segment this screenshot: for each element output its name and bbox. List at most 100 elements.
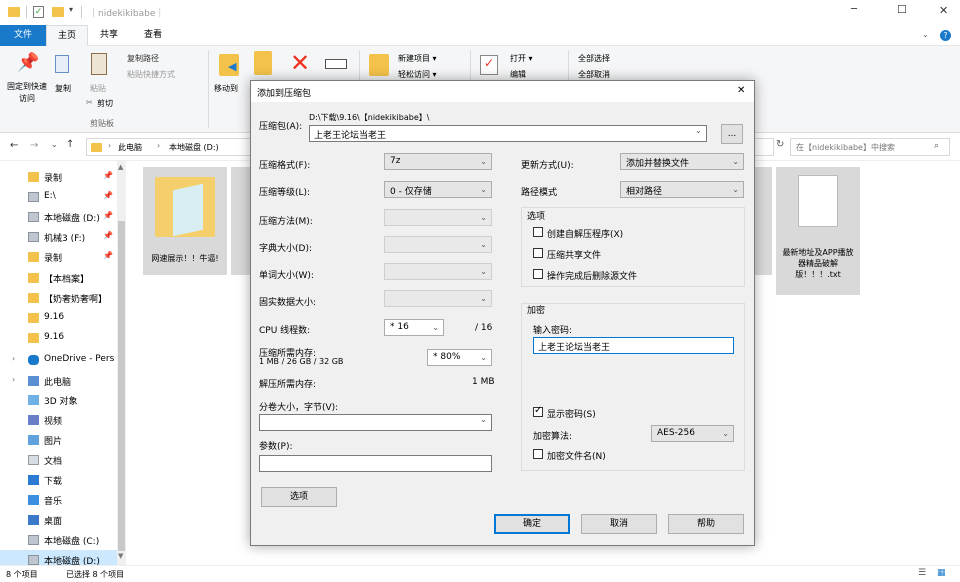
method-select[interactable]: ⌄ [384,209,492,226]
copy-button[interactable]: 复制 [55,83,71,94]
select-none-button[interactable]: 全部取消 [578,69,610,80]
word-select[interactable]: ⌄ [384,263,492,280]
nav-item[interactable]: 3D 对象 [0,390,125,410]
open-button[interactable]: 打开 ▾ [510,53,533,64]
sfx-checkbox[interactable] [533,227,543,237]
up-arrow-icon[interactable]: ↑ [66,139,74,150]
encrypt-names-checkbox[interactable] [533,449,543,459]
nav-item[interactable]: 9.16 [0,308,125,328]
expand-chevron-icon[interactable]: › [12,354,15,363]
split-input[interactable] [259,414,492,431]
pin-icon[interactable]: 📌 [103,191,113,200]
archive-dropdown-icon[interactable]: ⌄ [695,126,702,135]
scroll-thumb[interactable] [118,221,125,551]
ok-button[interactable]: 确定 [494,514,570,534]
file-item-partial[interactable] [231,167,251,275]
tab-view[interactable]: 查看 [130,25,176,46]
shared-checkbox[interactable] [533,248,543,258]
nav-item[interactable]: 机械3 (F:) 📌 [0,227,125,247]
browse-button[interactable]: ... [721,124,743,144]
search-input[interactable]: 在【nidekikibabe】中搜索 [796,142,895,153]
nav-item[interactable]: 桌面 [0,510,125,530]
pin-icon[interactable]: 📌 [103,231,113,240]
refresh-icon[interactable]: ↻ [776,139,784,150]
path-select[interactable]: 相对路径 ⌄ [620,181,744,198]
large-icons-view-icon[interactable]: ▦ [937,568,946,578]
ribbon-collapse-icon[interactable]: ⌄ [922,30,929,39]
nav-item[interactable]: 本地磁盘 (C:) [0,530,125,550]
copy-to-icon[interactable] [254,51,272,75]
pin-icon[interactable]: 📌 [103,211,113,220]
nav-item[interactable]: E:\ 📌 [0,187,125,207]
scroll-down-icon[interactable]: ▼ [118,552,123,560]
breadcrumb-disk-d[interactable]: 本地磁盘 (D:) [169,142,219,153]
help-icon[interactable]: ? [940,30,951,41]
help-button[interactable]: 帮助 [668,514,744,534]
close-button[interactable]: ✕ [939,4,948,17]
solid-select[interactable]: ⌄ [384,290,492,307]
nav-item[interactable]: 本地磁盘 (D:) 📌 [0,207,125,227]
password-input[interactable]: 上老王论坛当老王 [533,337,734,354]
show-password-checkbox[interactable] [533,405,543,417]
nav-item[interactable]: 【本档案】 [0,268,125,288]
dialog-close-button[interactable]: ✕ [737,85,745,96]
delete-icon[interactable]: ✕ [290,49,310,77]
forward-arrow-icon[interactable]: → [30,140,38,151]
breadcrumb-this-pc[interactable]: 此电脑 [118,142,142,153]
rename-icon[interactable] [325,59,347,69]
expand-chevron-icon[interactable]: › [12,375,15,384]
level-select[interactable]: 0 - 仅存储 ⌄ [384,181,492,198]
archive-name-input[interactable]: 上老王论坛当老王 [309,125,707,142]
move-to-button[interactable]: 移动到 [214,83,238,94]
mem-select[interactable]: * 80% ⌄ [427,349,492,366]
options-button[interactable]: 选项 [261,487,337,507]
enc-method-select[interactable]: AES-256 ⌄ [651,425,734,442]
nav-item[interactable]: 【奶奢奶奢啊】 [0,288,125,308]
format-select[interactable]: 7z ⌄ [384,153,492,170]
params-input[interactable] [259,455,492,472]
scroll-up-icon[interactable]: ▲ [118,163,123,171]
paste-button[interactable]: 粘贴 [90,83,106,94]
new-folder-big-icon[interactable] [369,54,389,76]
cut-button[interactable]: 剪切 [97,98,113,109]
cpu-select[interactable]: * 16 ⌄ [384,319,444,336]
chevron-down-icon[interactable]: ⌄ [480,415,487,424]
quick-access-dropdown-icon[interactable]: ▾ [69,5,73,14]
tab-share[interactable]: 共享 [88,25,130,46]
new-item-button[interactable]: 新建项目 ▾ [398,53,437,64]
search-box[interactable]: 在【nidekikibabe】中搜索 ⌕ [790,138,950,156]
minimize-button[interactable]: ─ [851,4,857,15]
nav-item[interactable]: OneDrive - Pers › [0,350,125,370]
file-item-folder[interactable]: 网速展示！！牛逼! [143,167,227,275]
update-select[interactable]: 添加并替换文件 ⌄ [620,153,744,170]
nav-item[interactable]: 此电脑 › [0,371,125,391]
maximize-button[interactable]: ☐ [897,3,907,16]
select-all-button[interactable]: 全部选择 [578,53,610,64]
nav-item[interactable]: 图片 [0,430,125,450]
details-view-icon[interactable]: ☰ [918,568,926,578]
cancel-button[interactable]: 取消 [581,514,657,534]
pin-icon[interactable]: 📌 [103,251,113,260]
pin-quick-access-button[interactable]: 固定到快速访问 [7,81,47,105]
nav-item[interactable]: 9.16 [0,328,125,348]
copy-path-button[interactable]: 复制路径 [127,53,159,64]
properties-icon[interactable]: ✓ [33,6,44,18]
nav-item[interactable]: 视频 [0,410,125,430]
nav-scrollbar[interactable]: ▲ ▼ [117,161,126,565]
delete-after-checkbox[interactable] [533,269,543,279]
dict-select[interactable]: ⌄ [384,236,492,253]
recent-dropdown-icon[interactable]: ⌄ [51,140,58,149]
pin-icon[interactable]: 📌 [103,171,113,180]
tab-file[interactable]: 文件 [0,25,46,46]
nav-item[interactable]: 录制 📌 [0,247,125,267]
nav-item[interactable]: 录制 📌 [0,167,125,187]
new-folder-icon[interactable] [52,7,64,17]
nav-item[interactable]: 文档 [0,450,125,470]
nav-item[interactable]: 下载 [0,470,125,490]
file-item-partial[interactable] [755,167,772,275]
edit-button[interactable]: 编辑 [510,69,526,80]
nav-item[interactable]: 音乐 [0,490,125,510]
back-arrow-icon[interactable]: ← [10,140,18,151]
paste-shortcut-button[interactable]: 粘贴快捷方式 [127,69,175,80]
file-item-txt[interactable]: 最新地址及APP播放器精品破解版！！！.txt [776,167,860,295]
